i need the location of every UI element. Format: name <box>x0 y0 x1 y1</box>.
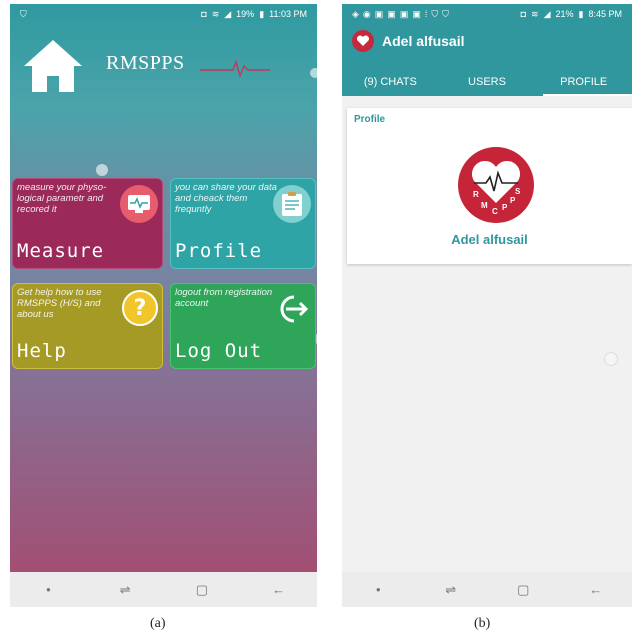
caption-b: (b) <box>474 616 491 631</box>
status-time: 8:45 PM <box>588 9 622 19</box>
dot-icon[interactable]: • <box>28 582 68 597</box>
scroll-indicator <box>96 164 108 176</box>
tab-chats[interactable]: (9) CHATS <box>342 70 439 96</box>
measure-tile[interactable]: measure your physo-logical parametr and … <box>12 178 163 269</box>
profile-tile[interactable]: you can share your data and cheack them … <box>170 178 316 269</box>
tile-label: Profile <box>175 240 263 262</box>
logo-letter: S <box>515 187 521 196</box>
home-icon[interactable] <box>22 38 84 94</box>
notification-icon: ▣ <box>387 8 396 19</box>
wifi-icon: ≋ <box>531 8 539 19</box>
pulse-icon <box>200 59 270 79</box>
notification-icon: ⁞ <box>424 9 428 19</box>
avatar[interactable] <box>352 30 374 52</box>
shield-icon: ⛉ <box>20 8 27 19</box>
chat-title-row: Adel alfusail <box>352 30 464 52</box>
notification-icon: ▣ <box>412 8 421 19</box>
signal-icon: ◢ <box>543 8 551 19</box>
recents-icon[interactable]: ⇌ <box>431 582 471 598</box>
chat-title: Adel alfusail <box>382 33 465 49</box>
back-icon[interactable]: ← <box>576 582 616 597</box>
logo-letter: P <box>502 203 508 212</box>
signal-icon: ◢ <box>224 8 232 19</box>
profile-card: Profile R M C P P S Adel alfusail <box>347 108 632 264</box>
tile-description: measure your physo-logical parametr and … <box>17 182 107 215</box>
app-header: RMSPPS <box>10 34 317 104</box>
notification-icon: ◉ <box>362 8 371 19</box>
tile-description: logout from registration account <box>175 287 273 309</box>
profile-screen: ◈ ◉ ▣ ▣ ▣ ▣ ⁞ ⛉ ⛉ ◘ ≋ ◢ 21% ▮ 8:45 PM Ad… <box>342 4 632 607</box>
tile-label: Help <box>17 340 67 362</box>
app-bar: ◈ ◉ ▣ ▣ ▣ ▣ ⁞ ⛉ ⛉ ◘ ≋ ◢ 21% ▮ 8:45 PM Ad… <box>342 4 632 96</box>
caption-a: (a) <box>150 616 166 631</box>
app-logo: R M C P P S <box>458 147 534 223</box>
question-icon: ? <box>122 290 158 326</box>
app-title: RMSPPS <box>106 52 185 74</box>
notification-icon: ◘ <box>520 9 527 19</box>
tile-label: Measure <box>17 240 105 262</box>
phone-a: ⛉ ◘ ≋ ◢ 19% ▮ 11:03 PM RMSPPS measure yo… <box>10 4 320 607</box>
battery-percent: 21% <box>555 9 574 19</box>
logout-arrow-icon <box>273 290 311 328</box>
status-time: 11:03 PM <box>269 9 307 19</box>
heart-monitor-icon <box>120 185 158 223</box>
battery-icon: ▮ <box>578 8 584 19</box>
logo-letter: R <box>473 190 479 199</box>
shield-icon: ⛉ <box>431 8 439 19</box>
tab-users[interactable]: USERS <box>439 70 536 96</box>
clipboard-icon <box>273 185 311 223</box>
shield-icon: ⛉ <box>442 8 449 19</box>
card-heading: Profile <box>354 114 386 125</box>
tab-profile[interactable]: PROFILE <box>535 70 632 96</box>
floating-dot <box>604 352 618 366</box>
scroll-indicator <box>310 68 320 78</box>
notification-icon: ◈ <box>352 8 359 19</box>
figure: ⛉ ◘ ≋ ◢ 19% ▮ 11:03 PM RMSPPS measure yo… <box>0 0 632 643</box>
home-button-icon[interactable]: ▢ <box>182 582 222 598</box>
status-bar: ⛉ ◘ ≋ ◢ 19% ▮ 11:03 PM <box>10 4 317 24</box>
recents-icon[interactable]: ⇌ <box>105 582 145 598</box>
notification-icon: ◘ <box>201 9 207 19</box>
profile-name: Adel alfusail <box>451 232 528 247</box>
logout-tile[interactable]: logout from registration account Log Out <box>170 283 316 369</box>
battery-icon: ▮ <box>259 8 265 19</box>
android-navbar: • ⇌ ▢ ← <box>342 572 632 607</box>
home-button-icon[interactable]: ▢ <box>503 582 543 598</box>
logo-letter: M <box>481 201 488 210</box>
notification-icon: ▣ <box>399 8 409 19</box>
android-navbar: • ⇌ ▢ ← <box>10 572 317 607</box>
dot-icon[interactable]: • <box>358 582 398 597</box>
battery-percent: 19% <box>236 9 255 19</box>
wifi-icon: ≋ <box>211 8 220 19</box>
tab-bar: (9) CHATS USERS PROFILE <box>342 70 632 96</box>
tile-description: you can share your data and cheack them … <box>175 182 277 215</box>
logo-letter: P <box>510 196 516 205</box>
notification-icon: ▣ <box>374 8 384 19</box>
phone-b: ◈ ◉ ▣ ▣ ▣ ▣ ⁞ ⛉ ⛉ ◘ ≋ ◢ 21% ▮ 8:45 PM Ad… <box>342 4 632 607</box>
help-tile[interactable]: Get help how to use RMSPPS (H/S) and abo… <box>12 283 163 369</box>
tile-label: Log Out <box>175 340 263 362</box>
logo-letter: C <box>492 207 498 216</box>
home-screen: ⛉ ◘ ≋ ◢ 19% ▮ 11:03 PM RMSPPS measure yo… <box>10 4 320 572</box>
tile-description: Get help how to use RMSPPS (H/S) and abo… <box>17 287 102 320</box>
heart-pulse-icon: R M C P P S <box>471 160 521 216</box>
status-bar: ◈ ◉ ▣ ▣ ▣ ▣ ⁞ ⛉ ⛉ ◘ ≋ ◢ 21% ▮ 8:45 PM <box>342 4 632 24</box>
back-icon[interactable]: ← <box>259 582 299 597</box>
